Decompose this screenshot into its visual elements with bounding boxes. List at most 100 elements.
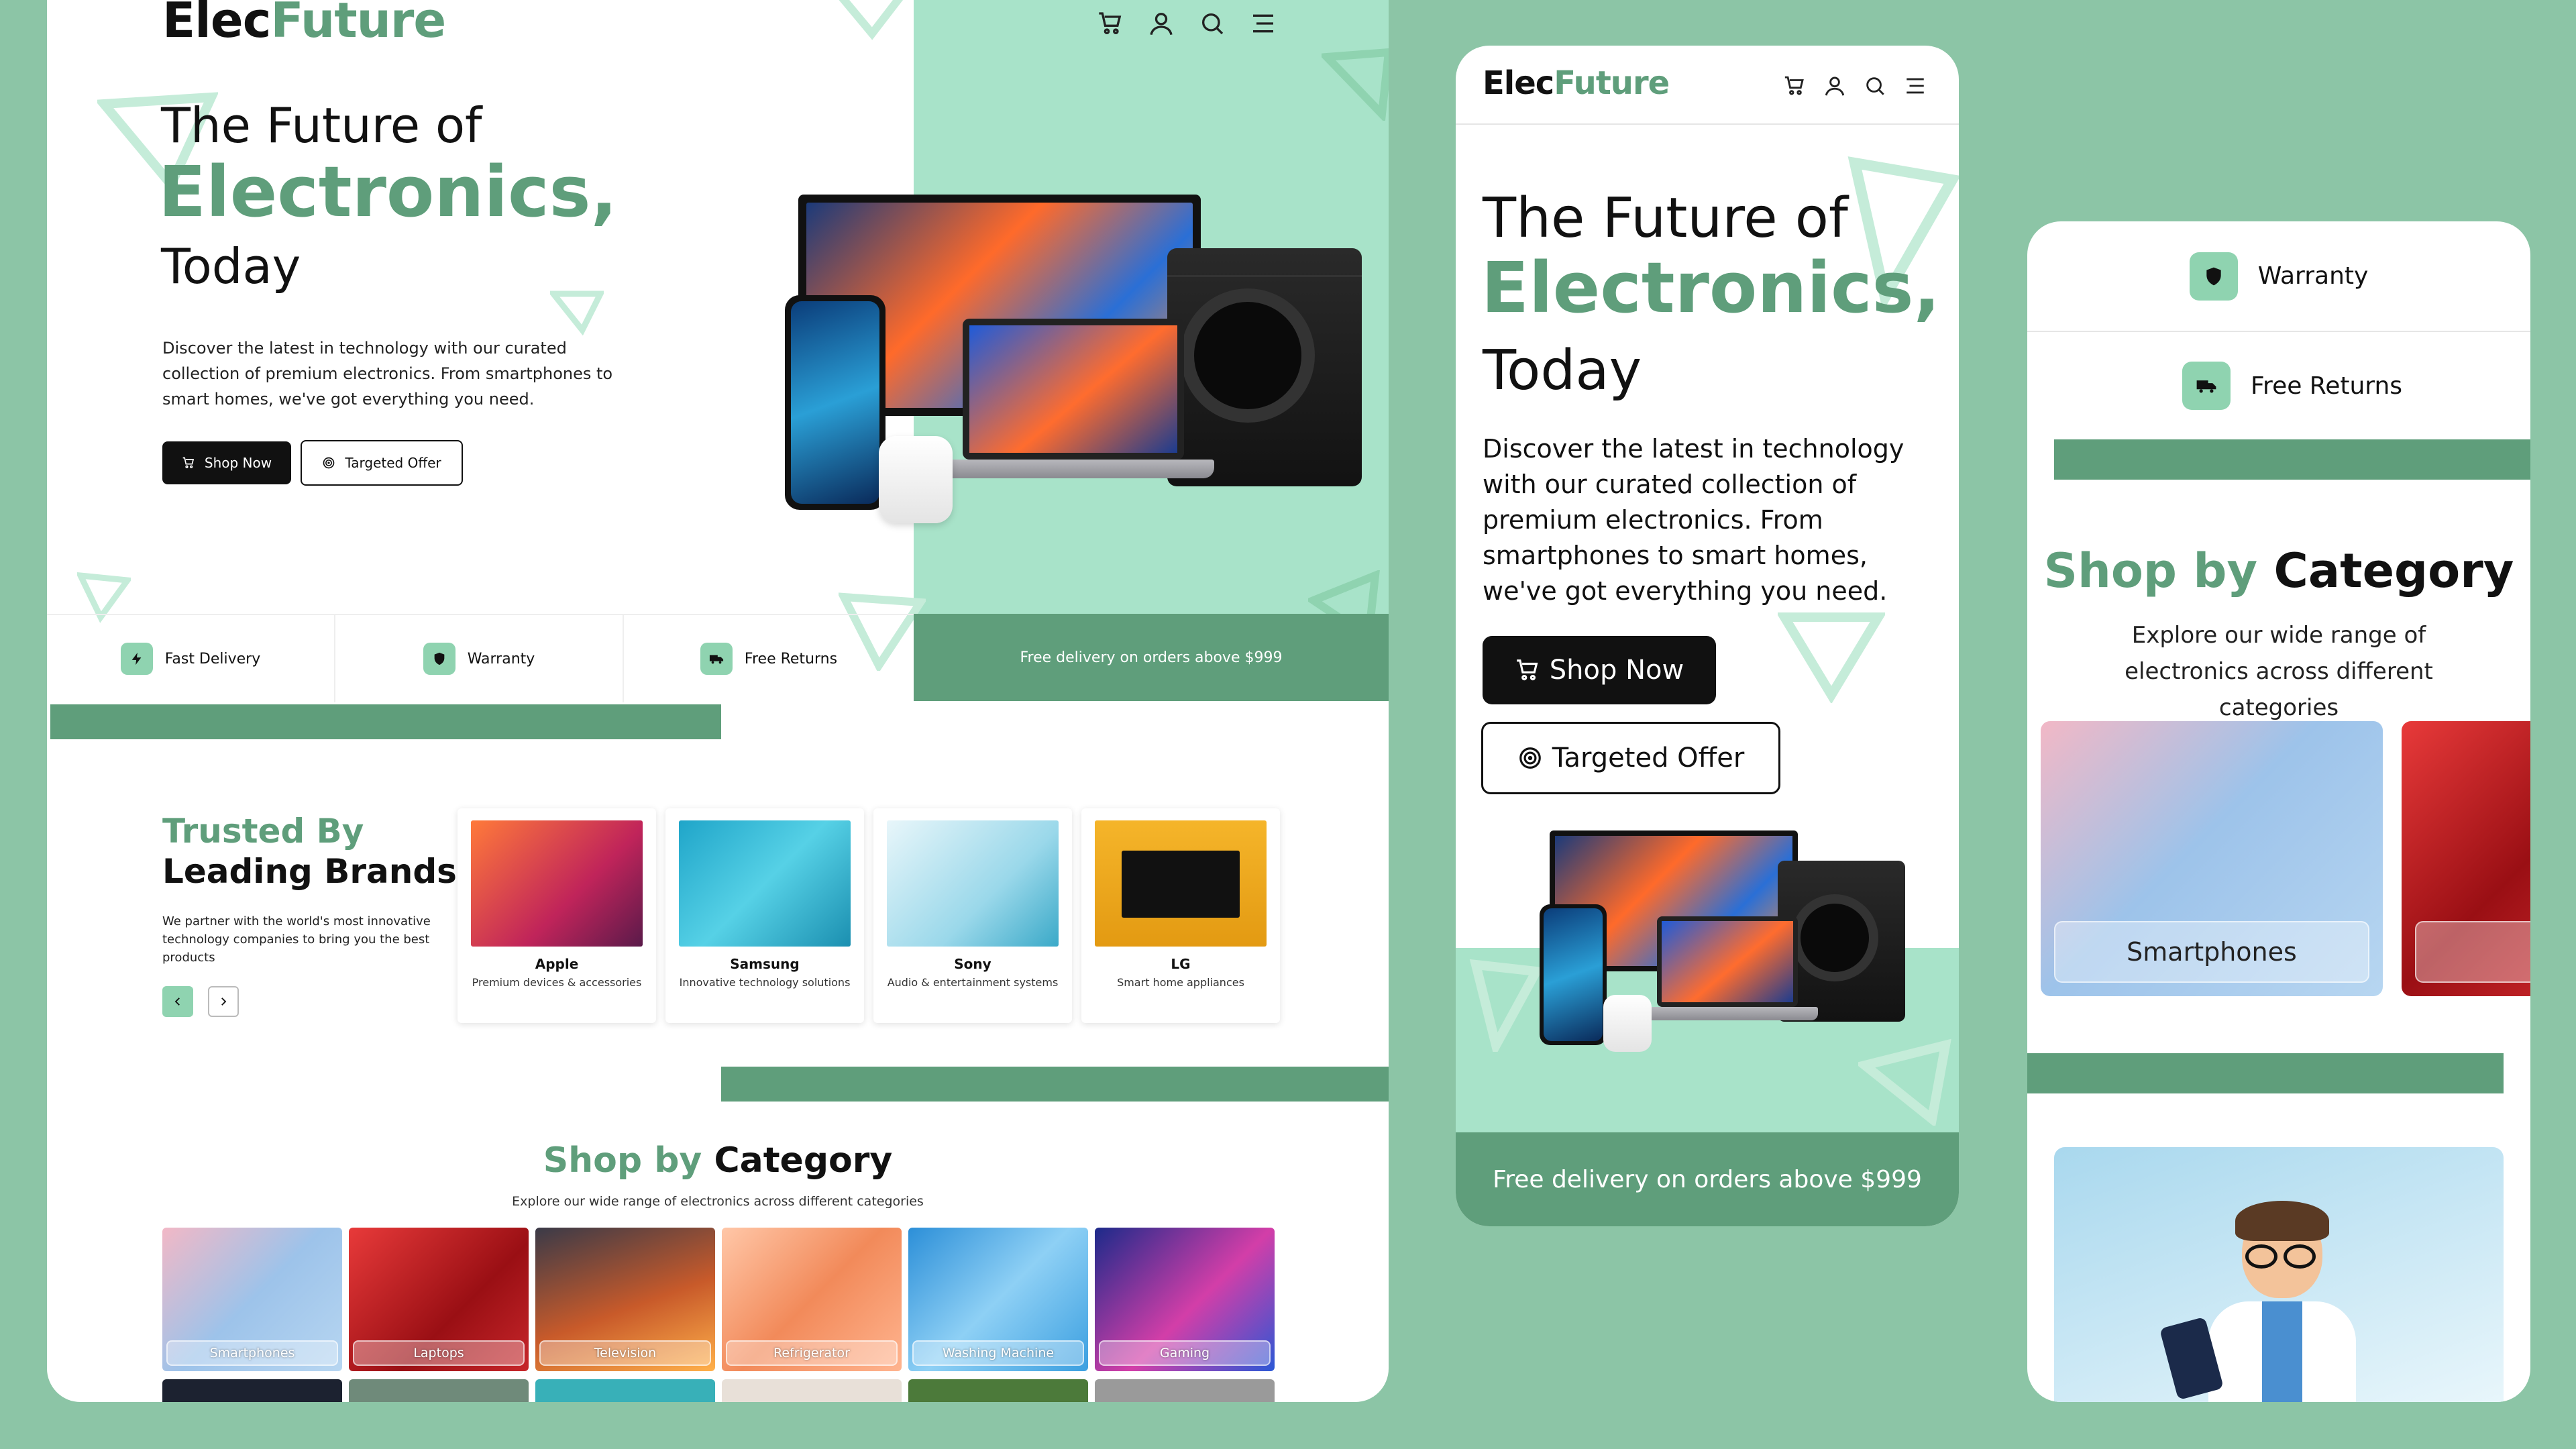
hero-heading-line1: The Future of <box>161 97 482 154</box>
triangle-decoration-icon <box>550 290 604 335</box>
hero-description: Discover the latest in technology with o… <box>1483 434 1904 606</box>
brand-card-samsung[interactable]: Samsung Innovative technology solutions <box>665 808 864 1023</box>
user-icon[interactable] <box>1144 7 1178 40</box>
category-label: L <box>2415 921 2530 983</box>
laptop-image <box>1657 916 1798 1007</box>
shop-now-label: Shop Now <box>1549 655 1684 686</box>
category-label: Smartphones <box>2054 921 2369 983</box>
category-card-gaming[interactable]: Gaming <box>1095 1228 1275 1371</box>
search-icon[interactable] <box>1862 72 1888 99</box>
delivery-banner: Free delivery on orders above $999 <box>914 614 1389 701</box>
triangle-decoration-icon <box>839 0 904 40</box>
logo-text-green: Future <box>1554 64 1670 102</box>
truck-icon <box>2182 362 2231 410</box>
mobile-frame-category: Warranty Free Returns Shop by Category E… <box>2027 221 2530 1402</box>
targeted-offer-button[interactable]: Targeted Offer <box>1481 722 1780 794</box>
brand-name: Apple <box>535 956 579 972</box>
category-card[interactable] <box>722 1379 902 1402</box>
site-logo[interactable]: ElecFuture <box>162 0 446 48</box>
brand-card-apple[interactable]: Apple Premium devices & accessories <box>458 808 656 1023</box>
feature-label: Free Returns <box>2250 372 2403 400</box>
category-title-green: Shop by <box>2043 543 2258 598</box>
cart-icon[interactable] <box>1093 7 1127 40</box>
laptop-base <box>932 460 1214 478</box>
mobile-frame: ElecFuture The Future of Electronics, To… <box>1456 46 1959 1226</box>
brands-next-button[interactable] <box>208 986 239 1017</box>
category-title: Shop by Category <box>47 1140 1389 1181</box>
category-card-smartphones[interactable]: Smartphones <box>162 1228 342 1371</box>
site-logo[interactable]: ElecFuture <box>1483 64 1670 102</box>
brand-card-sony[interactable]: Sony Audio & entertainment systems <box>873 808 1072 1023</box>
brand-desc: Smart home appliances <box>1117 976 1244 989</box>
brand-desc: Audio & entertainment systems <box>887 976 1059 989</box>
category-title-green: Shop by <box>543 1140 702 1181</box>
target-icon <box>1519 747 1541 769</box>
promo-card[interactable] <box>2054 1147 2504 1402</box>
phone-image <box>785 295 885 510</box>
shop-now-label: Shop Now <box>204 455 272 471</box>
lg-brand-image <box>1095 820 1267 947</box>
feature-bar: Fast Delivery Warranty Free Returns <box>47 614 914 702</box>
feature-warranty: Warranty <box>335 615 624 702</box>
brands-prev-button[interactable] <box>162 986 193 1017</box>
category-label: Gaming <box>1099 1340 1271 1366</box>
shop-now-button[interactable]: Shop Now <box>1483 636 1716 704</box>
triangle-decoration-icon <box>1778 612 1885 703</box>
sony-brand-image <box>887 820 1059 947</box>
targeted-offer-button[interactable]: Targeted Offer <box>301 440 463 486</box>
menu-icon[interactable] <box>1246 7 1280 40</box>
brand-name: Sony <box>954 956 991 972</box>
category-card-television[interactable]: Television <box>535 1228 715 1371</box>
category-card[interactable] <box>908 1379 1088 1402</box>
brand-card-lg[interactable]: LG Smart home appliances <box>1081 808 1280 1023</box>
category-card-laptops[interactable]: Laptops <box>349 1228 529 1371</box>
cart-icon[interactable] <box>1781 72 1808 99</box>
category-card[interactable] <box>1095 1379 1275 1402</box>
chevron-left-icon <box>174 998 180 1006</box>
category-card-smartphones[interactable]: Smartphones <box>2041 721 2383 996</box>
samsung-brand-image <box>679 820 851 947</box>
category-card[interactable] <box>535 1379 715 1402</box>
category-label: Refrigerator <box>726 1340 898 1366</box>
triangle-decoration-icon <box>1322 48 1389 121</box>
shield-icon <box>423 643 455 675</box>
user-icon[interactable] <box>1821 72 1848 99</box>
logo-text-dark: Elec <box>1483 64 1554 102</box>
divider-bar <box>2027 1053 2504 1093</box>
category-title-dark: Category <box>714 1140 893 1181</box>
category-subtitle: Explore our wide range of electronics ac… <box>512 1194 924 1209</box>
shield-icon <box>2189 252 2238 301</box>
category-label: Laptops <box>353 1340 525 1366</box>
feature-free-returns: Free Returns <box>624 615 914 702</box>
mobile-feature-warranty: Warranty <box>2027 221 2530 332</box>
feature-fast-delivery: Fast Delivery <box>47 615 335 702</box>
category-label: Washing Machine <box>912 1340 1084 1366</box>
brands-title-green: Trusted By <box>162 812 364 851</box>
category-card[interactable] <box>349 1379 529 1402</box>
category-card-refrigerator[interactable]: Refrigerator <box>722 1228 902 1371</box>
character-illustration <box>2159 1201 2383 1402</box>
laptop-base <box>1637 1007 1818 1020</box>
hero-heading-line3: Today <box>161 238 301 294</box>
laptop-image <box>963 319 1184 460</box>
phone-image <box>1540 904 1607 1045</box>
targeted-offer-label: Targeted Offer <box>345 455 441 471</box>
mobile-header: ElecFuture <box>1456 46 1959 125</box>
desktop-frame: ElecFuture The Future of Electronics, To… <box>47 0 1389 1402</box>
feature-label: Warranty <box>467 650 535 667</box>
airpods-image <box>879 436 953 523</box>
category-subtitle: Explore our wide range of electronics ac… <box>2125 622 2433 721</box>
category-card-washing-machine[interactable]: Washing Machine <box>908 1228 1088 1371</box>
category-card[interactable] <box>162 1379 342 1402</box>
bolt-icon <box>120 643 153 675</box>
targeted-offer-label: Targeted Offer <box>1552 743 1745 773</box>
divider-bar <box>2054 439 2530 480</box>
search-icon[interactable] <box>1195 7 1229 40</box>
menu-icon[interactable] <box>1902 72 1929 99</box>
brand-desc: Premium devices & accessories <box>472 976 642 989</box>
divider-bar <box>50 704 721 739</box>
category-card-laptops[interactable]: L <box>2402 721 2530 996</box>
shop-now-button[interactable]: Shop Now <box>162 441 291 484</box>
airpods-image <box>1603 995 1652 1052</box>
divider-bar <box>721 1067 1389 1102</box>
